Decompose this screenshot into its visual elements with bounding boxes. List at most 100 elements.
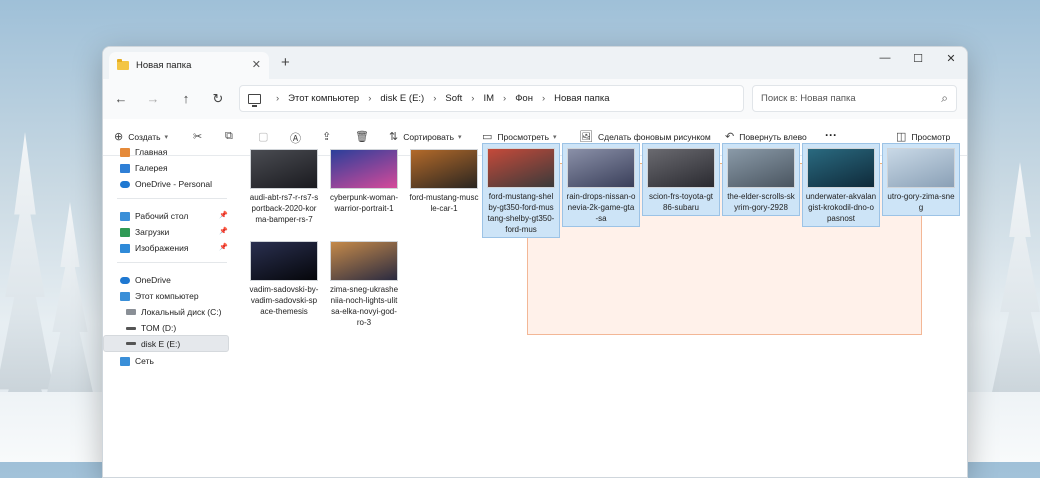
breadcrumb-item[interactable]: Этот компьютер xyxy=(288,93,359,104)
file-item[interactable]: underwater-akvalan gist-krokodil-dno-o pas… xyxy=(802,143,880,227)
pin-icon[interactable]: 📌 xyxy=(219,227,228,235)
rotate-left-button[interactable]: ↶ Повернуть влево xyxy=(725,130,807,143)
new-tab-button[interactable]: + xyxy=(281,54,290,71)
pin-icon[interactable]: 📌 xyxy=(219,211,228,219)
file-explorer-window: Новая папка ✕ + — ☐ ✕ ← → ↑ ↻ › Этот ком… xyxy=(102,46,968,478)
file-name-line: audi-abt-rs7-r-rs7-s xyxy=(249,193,319,202)
sidebar-item-desktop[interactable]: Рабочий стол xyxy=(120,209,188,223)
file-item[interactable]: utro-gory-zima-sne g xyxy=(882,143,960,216)
sidebar-item-label: Этот компьютер xyxy=(135,291,199,301)
file-name-line: gist-krokodil-dno-o xyxy=(808,203,874,212)
download-icon xyxy=(120,227,130,237)
share-button[interactable]: ⇪ xyxy=(322,130,336,143)
network-icon xyxy=(120,356,130,366)
gallery-icon xyxy=(120,163,130,173)
sort-icon: ⇅ xyxy=(389,131,399,143)
breadcrumb-item[interactable]: disk E (E:) xyxy=(380,93,424,104)
sidebar-item-this-pc[interactable]: Этот компьютер xyxy=(120,289,199,303)
sidebar-item-downloads[interactable]: Загрузки xyxy=(120,225,169,239)
view-icon: ▭ xyxy=(482,131,493,143)
file-name-line: 86-subaru xyxy=(662,203,700,212)
file-name-line: le-car-1 xyxy=(430,204,458,213)
sidebar-item-network[interactable]: Сеть xyxy=(120,354,154,368)
breadcrumb-item[interactable]: IM xyxy=(483,93,494,104)
tab-current-folder[interactable]: Новая папка ✕ xyxy=(109,52,269,79)
sidebar-divider xyxy=(117,262,227,263)
sidebar-item-onedrive-personal[interactable]: OneDrive - Personal xyxy=(120,177,212,191)
navigation-pane: Главная Галерея OneDrive - Personal Рабо… xyxy=(103,143,235,477)
sidebar-item-gallery[interactable]: Галерея xyxy=(120,161,168,175)
sort-button[interactable]: ⇅ Сортировать ▾ xyxy=(389,130,462,143)
minimize-button[interactable]: — xyxy=(870,52,900,64)
sidebar-item-drive-c[interactable]: Локальный диск (C:) xyxy=(126,305,221,319)
back-button[interactable]: ← xyxy=(111,91,131,106)
file-name-line: scion-frs-toyota-gt xyxy=(648,192,714,201)
file-thumbnail xyxy=(250,241,318,281)
paste-icon: ▢ xyxy=(258,131,269,143)
file-item[interactable]: zima-sneg-ukrashe niia-noch-lights-ulit sa… xyxy=(325,237,403,328)
computer-icon xyxy=(120,291,130,301)
address-bar[interactable]: › Этот компьютер › disk E (E:) › Soft › … xyxy=(239,85,744,112)
file-list: audi-abt-rs7-r-rs7-s portback-2020-kor ma-… xyxy=(237,143,967,477)
file-item[interactable]: scion-frs-toyota-gt 86-subaru xyxy=(642,143,720,216)
forward-button[interactable]: → xyxy=(143,91,163,106)
file-item[interactable]: rain-drops-nissan-o nevia-2k-game-gta -sa xyxy=(562,143,640,227)
tab-close-icon[interactable]: ✕ xyxy=(252,58,261,71)
file-name-line: ford-mus xyxy=(505,225,537,234)
breadcrumb-item[interactable]: Soft xyxy=(445,93,462,104)
sidebar-item-pictures[interactable]: Изображения xyxy=(120,241,188,255)
sidebar-item-label: disk E (E:) xyxy=(141,338,181,349)
file-name-line: pasnost xyxy=(826,214,856,223)
sidebar-item-label: TOM (D:) xyxy=(141,323,177,333)
sidebar-item-drive-d[interactable]: TOM (D:) xyxy=(126,321,176,335)
sidebar-item-label: Локальный диск (C:) xyxy=(141,307,222,317)
delete-button[interactable]: 🗑 xyxy=(355,130,374,143)
file-item[interactable]: vadim-sadovski-by-vadim-sadovski-sp ace-t… xyxy=(245,237,323,317)
pictures-icon xyxy=(120,243,130,253)
view-button[interactable]: ▭ Просмотреть ▾ xyxy=(482,130,557,143)
file-name-line: cyberpunk-woman- xyxy=(329,193,399,202)
create-button[interactable]: ⊕ Создать ▾ xyxy=(114,130,168,143)
sidebar-item-label: Сеть xyxy=(135,356,154,366)
chevron-down-icon: ▾ xyxy=(458,133,462,141)
file-thumbnail xyxy=(807,148,875,188)
close-button[interactable]: ✕ xyxy=(936,52,966,65)
paste-button[interactable]: ▢ xyxy=(258,130,273,143)
set-wallpaper-button[interactable]: 🖼 Сделать фоновым рисунком xyxy=(579,130,711,143)
drive-icon xyxy=(126,342,136,345)
copy-button[interactable]: ⧉ xyxy=(225,130,238,143)
sidebar-item-home[interactable]: Главная xyxy=(120,145,167,159)
sidebar-item-label: Загрузки xyxy=(135,227,170,237)
search-input[interactable]: Поиск в: Новая папка ⌕ xyxy=(752,85,957,112)
up-button[interactable]: ↑ xyxy=(176,91,196,106)
file-item[interactable]: cyberpunk-woman-warrior-portrait-1 xyxy=(325,145,403,214)
pin-icon[interactable]: 📌 xyxy=(219,243,228,251)
refresh-button[interactable]: ↻ xyxy=(208,91,228,107)
chevron-right-icon: › xyxy=(276,93,280,104)
sidebar-item-label: Галерея xyxy=(135,163,168,173)
breadcrumb-item[interactable]: Новая папка xyxy=(554,93,609,104)
file-item[interactable]: audi-abt-rs7-r-rs7-s portback-2020-kor ma-… xyxy=(245,145,323,225)
file-name-line: zima-sneg-ukrashe xyxy=(329,285,399,294)
more-options-button[interactable]: ··· xyxy=(825,128,837,142)
file-item[interactable]: the-elder-scrolls-sk yrim-gory-2928 xyxy=(722,143,800,216)
preview-pane-icon: ◫ xyxy=(896,131,907,143)
file-name-line: yrim-gory-2928 xyxy=(734,203,788,212)
chevron-right-icon: › xyxy=(541,93,546,104)
search-placeholder: Поиск в: Новая папка xyxy=(761,93,856,104)
tab-title: Новая папка xyxy=(136,60,192,71)
file-thumbnail xyxy=(647,148,715,188)
sidebar-item-onedrive[interactable]: OneDrive xyxy=(120,273,171,287)
maximize-button[interactable]: ☐ xyxy=(903,52,933,65)
sidebar-item-drive-e[interactable]: disk E (E:) xyxy=(103,335,229,352)
file-name-line: nevia-2k-game-gta xyxy=(567,203,635,212)
file-name-line: warrior-portrait-1 xyxy=(334,204,394,213)
breadcrumb-item[interactable]: Фон xyxy=(515,93,533,104)
file-item[interactable]: ford-mustang-shel by-gt350-ford-mus tang-s… xyxy=(482,143,560,238)
sidebar-item-label: Главная xyxy=(135,147,168,157)
cut-button[interactable]: ✂ xyxy=(193,130,207,143)
preview-pane-button[interactable]: ◫ Просмотр xyxy=(896,130,950,143)
file-name-line: tang-shelby-gt350- xyxy=(487,214,555,223)
file-item[interactable]: ford-mustang-musc le-car-1 xyxy=(405,145,483,214)
file-thumbnail xyxy=(330,241,398,281)
